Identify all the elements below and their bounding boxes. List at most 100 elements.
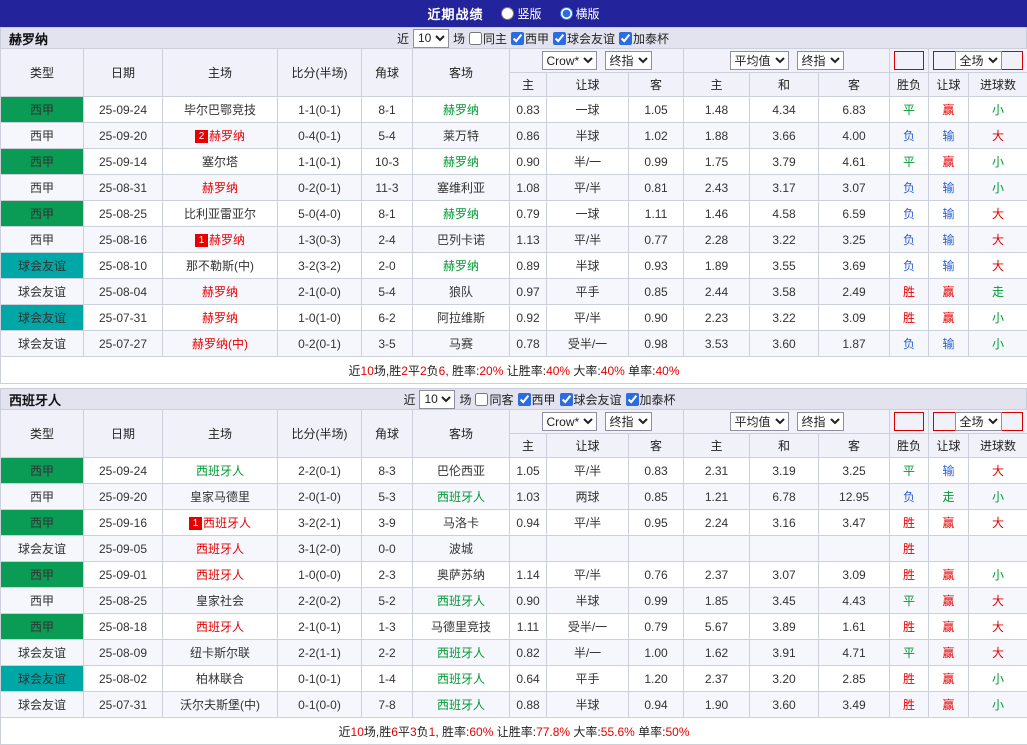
home-team-cell[interactable]: 1赫罗纳 <box>163 227 278 253</box>
match-type-cell: 球会友谊 <box>1 536 84 562</box>
home-team-cell[interactable]: 西班牙人 <box>163 458 278 484</box>
away-team-name: 赫罗纳 <box>443 155 479 169</box>
away-team-cell[interactable]: 马赛 <box>413 331 510 357</box>
layout-option-vertical[interactable]: 竖版 <box>501 5 541 22</box>
comp-filter-laliga[interactable]: 西甲 <box>518 391 556 408</box>
away-team-cell[interactable]: 马洛卡 <box>413 510 510 536</box>
avg-away-cell: 6.83 <box>819 97 890 123</box>
match-row: 西甲25-08-25比利亚雷亚尔5-0(4-0)8-1赫罗纳0.79一球1.11… <box>1 201 1027 227</box>
home-team-cell[interactable]: 1西班牙人 <box>163 510 278 536</box>
away-team-cell[interactable]: 赫罗纳 <box>413 201 510 227</box>
home-team-cell[interactable]: 西班牙人 <box>163 614 278 640</box>
average-select[interactable]: 平均值 <box>730 412 789 431</box>
comp-filter-friendly[interactable]: 球会友谊 <box>560 391 622 408</box>
topbar: 近期战绩 竖版 横版 <box>0 0 1027 27</box>
away-team-cell[interactable]: 波城 <box>413 536 510 562</box>
home-team-cell[interactable]: 皇家社会 <box>163 588 278 614</box>
away-team-cell[interactable]: 马德里竞技 <box>413 614 510 640</box>
cup-checkbox[interactable] <box>619 32 632 45</box>
scope-select[interactable]: 全场 <box>955 51 1002 70</box>
home-team-cell[interactable]: 西班牙人 <box>163 562 278 588</box>
cup-checkbox[interactable] <box>626 393 639 406</box>
home-team-cell[interactable]: 柏林联合 <box>163 666 278 692</box>
summary-segment: 场,胜 <box>364 725 391 739</box>
away-team-cell[interactable]: 西班牙人 <box>413 666 510 692</box>
away-team-cell[interactable]: 西班牙人 <box>413 692 510 718</box>
corner-cell: 2-0 <box>362 253 413 279</box>
avg-final-select[interactable]: 终指 <box>797 412 844 431</box>
layout-option-horizontal[interactable]: 横版 <box>560 5 600 22</box>
home-team-name: 西班牙人 <box>196 620 244 634</box>
same-venue-checkbox[interactable] <box>475 393 488 406</box>
odds-final-select[interactable]: 终指 <box>605 412 652 431</box>
home-team-cell[interactable]: 沃尔夫斯堡(中) <box>163 692 278 718</box>
away-team-cell[interactable]: 巴伦西亚 <box>413 458 510 484</box>
avg-draw-cell: 3.16 <box>750 510 819 536</box>
comp-filter-friendly[interactable]: 球会友谊 <box>553 30 615 47</box>
same-venue-checkbox[interactable] <box>469 32 482 45</box>
average-select[interactable]: 平均值 <box>730 51 789 70</box>
away-team-cell[interactable]: 塞维利亚 <box>413 175 510 201</box>
home-team-cell[interactable]: 毕尔巴鄂竞技 <box>163 97 278 123</box>
away-team-cell[interactable]: 奥萨苏纳 <box>413 562 510 588</box>
home-team-cell[interactable]: 西班牙人 <box>163 536 278 562</box>
result-cell: 胜 <box>890 279 929 305</box>
odds-final-select[interactable]: 终指 <box>605 51 652 70</box>
away-team-cell[interactable]: 赫罗纳 <box>413 149 510 175</box>
away-team-cell[interactable]: 西班牙人 <box>413 588 510 614</box>
corner-cell: 5-4 <box>362 279 413 305</box>
summary-segment: 6 <box>391 725 398 739</box>
match-count-select[interactable]: 10 <box>413 29 449 48</box>
avg-draw-cell: 3.60 <box>750 331 819 357</box>
friendly-checkbox[interactable] <box>553 32 566 45</box>
home-team-cell[interactable]: 2赫罗纳 <box>163 123 278 149</box>
away-team-name: 阿拉维斯 <box>437 311 485 325</box>
away-team-cell[interactable]: 莱万特 <box>413 123 510 149</box>
avg-final-select[interactable]: 终指 <box>797 51 844 70</box>
away-odds-cell: 0.99 <box>629 149 684 175</box>
away-team-cell[interactable]: 赫罗纳 <box>413 253 510 279</box>
same-venue-filter[interactable]: 同主 <box>469 30 507 47</box>
laliga-label: 西甲 <box>525 30 549 47</box>
away-team-cell[interactable]: 赫罗纳 <box>413 97 510 123</box>
vertical-layout-radio[interactable] <box>501 7 514 20</box>
home-team-cell[interactable]: 赫罗纳 <box>163 279 278 305</box>
odds-company-select[interactable]: Crow* <box>542 412 597 431</box>
friendly-checkbox[interactable] <box>560 393 573 406</box>
home-team-cell[interactable]: 赫罗纳 <box>163 175 278 201</box>
col-away-odds: 客 <box>629 434 684 458</box>
home-team-cell[interactable]: 那不勒斯(中) <box>163 253 278 279</box>
result-cell: 负 <box>890 175 929 201</box>
corner-cell: 5-4 <box>362 123 413 149</box>
home-team-cell[interactable]: 纽卡斯尔联 <box>163 640 278 666</box>
scope-select[interactable]: 全场 <box>955 412 1002 431</box>
comp-filter-cup[interactable]: 加泰杯 <box>619 30 669 47</box>
home-team-cell[interactable]: 赫罗纳 <box>163 305 278 331</box>
same-venue-filter[interactable]: 同客 <box>475 391 513 408</box>
home-team-cell[interactable]: 比利亚雷亚尔 <box>163 201 278 227</box>
handicap-cell: 平/半 <box>547 227 629 253</box>
horizontal-layout-radio[interactable] <box>560 7 573 20</box>
away-team-cell[interactable]: 西班牙人 <box>413 640 510 666</box>
result-cell: 胜 <box>890 562 929 588</box>
corner-cell: 3-5 <box>362 331 413 357</box>
handicap-result-cell: 赢 <box>929 640 969 666</box>
home-team-cell[interactable]: 塞尔塔 <box>163 149 278 175</box>
col-home: 主场 <box>163 49 278 97</box>
laliga-checkbox[interactable] <box>518 393 531 406</box>
home-team-cell[interactable]: 皇家马德里 <box>163 484 278 510</box>
home-team-cell[interactable]: 赫罗纳(中) <box>163 331 278 357</box>
avg-home-cell: 1.48 <box>684 97 750 123</box>
away-team-cell[interactable]: 狼队 <box>413 279 510 305</box>
summary-segment: 平 <box>398 725 410 739</box>
away-team-cell[interactable]: 巴列卡诺 <box>413 227 510 253</box>
away-team-name: 马德里竞技 <box>431 620 491 634</box>
summary-segment: 3 <box>410 725 417 739</box>
away-team-cell[interactable]: 西班牙人 <box>413 484 510 510</box>
comp-filter-cup[interactable]: 加泰杯 <box>626 391 676 408</box>
away-team-cell[interactable]: 阿拉维斯 <box>413 305 510 331</box>
match-count-select[interactable]: 10 <box>419 390 455 409</box>
comp-filter-laliga[interactable]: 西甲 <box>511 30 549 47</box>
odds-company-select[interactable]: Crow* <box>542 51 597 70</box>
laliga-checkbox[interactable] <box>511 32 524 45</box>
